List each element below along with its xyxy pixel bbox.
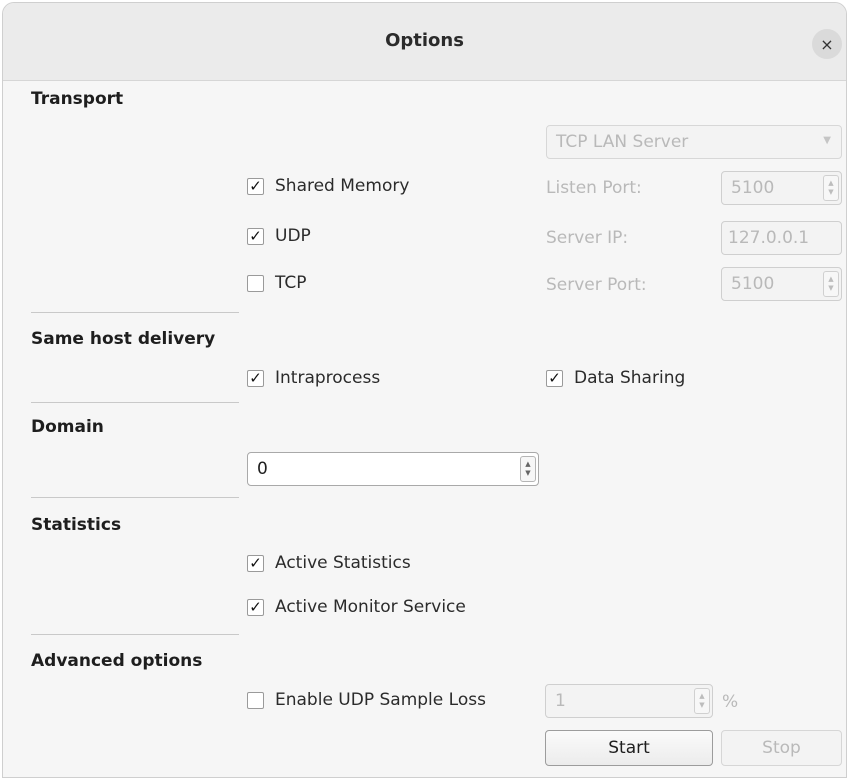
start-button[interactable]: Start (545, 730, 713, 766)
domain-heading: Domain (31, 417, 104, 437)
domain-value: 0 (257, 459, 268, 479)
sample-loss-value: 1 (555, 691, 566, 711)
check-icon: ✓ (247, 227, 264, 245)
title-bar: Options × (3, 3, 846, 81)
server-port-value: 5100 (731, 274, 775, 294)
spin-arrows-icon[interactable]: ▲ ▼ (823, 175, 839, 201)
active-statistics-label: Active Statistics (275, 553, 411, 573)
shared-memory-checkbox[interactable]: ✓ Shared Memory (247, 176, 409, 196)
udp-checkbox[interactable]: ✓ UDP (247, 226, 311, 246)
data-sharing-checkbox[interactable]: ✓ Data Sharing (546, 368, 685, 388)
active-monitor-service-label: Active Monitor Service (275, 597, 466, 617)
advanced-options-heading: Advanced options (31, 651, 203, 671)
transport-heading: Transport (31, 89, 124, 109)
stop-button[interactable]: Stop (721, 730, 842, 766)
section-divider (31, 634, 239, 635)
data-sharing-label: Data Sharing (574, 368, 686, 388)
sample-loss-spinbox[interactable]: 1 ▲ ▼ (545, 684, 713, 718)
spin-arrows-icon[interactable]: ▲ ▼ (520, 456, 536, 482)
check-icon: ✓ (247, 369, 264, 387)
udp-sample-loss-label: Enable UDP Sample Loss (275, 690, 486, 710)
domain-spinbox[interactable]: 0 ▲ ▼ (247, 452, 539, 486)
server-port-label: Server Port: (546, 275, 647, 295)
options-dialog: Options × Transport TCP LAN Server ▼ ✓ S… (2, 2, 847, 778)
checkbox-box (247, 691, 264, 709)
section-divider (31, 497, 239, 498)
intraprocess-label: Intraprocess (275, 368, 381, 388)
spin-arrows-icon[interactable]: ▲ ▼ (823, 271, 839, 297)
dialog-title: Options (385, 30, 464, 51)
udp-label: UDP (275, 226, 311, 246)
tcp-checkbox[interactable]: TCP (247, 273, 307, 293)
intraprocess-checkbox[interactable]: ✓ Intraprocess (247, 368, 380, 388)
server-ip-value: 127.0.0.1 (728, 228, 810, 248)
active-monitor-service-checkbox[interactable]: ✓ Active Monitor Service (247, 597, 466, 617)
close-icon: × (820, 34, 834, 54)
sample-loss-unit: % (722, 692, 739, 712)
spin-arrows-icon[interactable]: ▲ ▼ (694, 688, 710, 714)
checkbox-box (247, 274, 264, 292)
tcp-mode-value: TCP LAN Server (556, 132, 689, 152)
close-button[interactable]: × (812, 29, 842, 59)
listen-port-label: Listen Port: (546, 178, 642, 198)
server-ip-label: Server IP: (546, 228, 629, 248)
server-ip-input[interactable]: 127.0.0.1 (721, 221, 842, 255)
tcp-label: TCP (275, 273, 307, 293)
udp-sample-loss-checkbox[interactable]: Enable UDP Sample Loss (247, 690, 486, 710)
section-divider (31, 312, 239, 313)
chevron-down-icon: ▼ (823, 135, 831, 146)
tcp-mode-select[interactable]: TCP LAN Server ▼ (546, 125, 842, 159)
shared-memory-label: Shared Memory (275, 176, 410, 196)
statistics-heading: Statistics (31, 515, 122, 535)
listen-port-value: 5100 (731, 178, 775, 198)
check-icon: ✓ (546, 369, 563, 387)
section-divider (31, 402, 239, 403)
check-icon: ✓ (247, 177, 264, 195)
check-icon: ✓ (247, 598, 264, 616)
same-host-delivery-heading: Same host delivery (31, 329, 216, 349)
active-statistics-checkbox[interactable]: ✓ Active Statistics (247, 553, 411, 573)
listen-port-spinbox[interactable]: 5100 ▲ ▼ (721, 171, 842, 205)
check-icon: ✓ (247, 554, 264, 572)
server-port-spinbox[interactable]: 5100 ▲ ▼ (721, 267, 842, 301)
